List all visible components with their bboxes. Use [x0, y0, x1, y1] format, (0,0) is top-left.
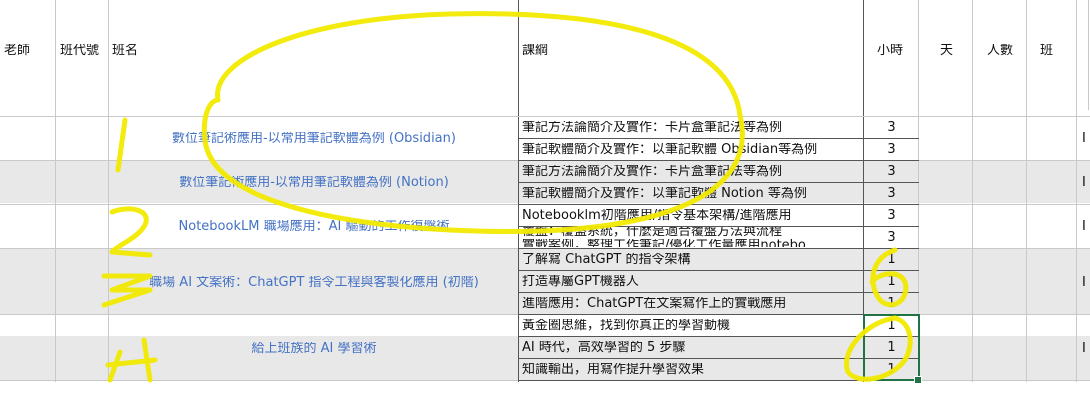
- mark-six: [869, 247, 909, 308]
- highlighter-annotations: [101, 11, 913, 383]
- spreadsheet: 老師 班代號 班名 課綱 小時 天 人數 班 數位筆記術應用-以常用筆記軟體為例…: [0, 0, 1090, 410]
- mark-zero: [844, 315, 913, 382]
- mark-three: [101, 273, 153, 308]
- mark-one: [115, 117, 128, 173]
- highlight-ellipse: [201, 11, 745, 235]
- mark-four: [105, 337, 158, 383]
- mark-two: [109, 206, 153, 258]
